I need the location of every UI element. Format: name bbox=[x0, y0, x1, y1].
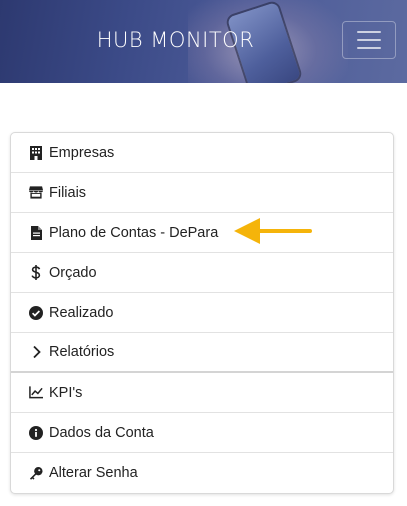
menu-item-filiais[interactable]: Filiais bbox=[11, 173, 393, 213]
building-icon bbox=[29, 145, 43, 161]
menu-item-orcado[interactable]: Orçado bbox=[11, 253, 393, 293]
info-circle-icon bbox=[29, 425, 43, 441]
menu-item-label: Filiais bbox=[49, 184, 87, 201]
hamburger-icon-bar bbox=[357, 47, 381, 49]
menu-item-label: Orçado bbox=[49, 264, 97, 281]
menu-item-relatorios[interactable]: Relatórios bbox=[11, 333, 393, 373]
menu-item-alterar-senha[interactable]: Alterar Senha bbox=[11, 453, 393, 493]
hamburger-menu-button[interactable] bbox=[342, 21, 396, 59]
menu-item-label: Realizado bbox=[49, 304, 114, 321]
app-title: HUB MONITOR bbox=[96, 28, 255, 52]
menu-item-label: Empresas bbox=[49, 144, 115, 161]
file-icon bbox=[29, 225, 43, 241]
hamburger-icon-bar bbox=[357, 39, 381, 41]
dollar-icon bbox=[29, 265, 43, 281]
chart-line-icon bbox=[29, 385, 43, 401]
menu-item-label: KPI's bbox=[49, 384, 83, 401]
menu-item-label: Plano de Contas - DePara bbox=[49, 224, 219, 241]
chevron-right-icon bbox=[29, 344, 43, 360]
menu-item-empresas[interactable]: Empresas bbox=[11, 133, 393, 173]
menu-item-label: Relatórios bbox=[49, 344, 115, 360]
menu-item-label: Dados da Conta bbox=[49, 424, 154, 441]
menu-item-label: Alterar Senha bbox=[49, 465, 138, 481]
navigation-menu: Empresas Filiais Plano de Contas - DePar… bbox=[10, 132, 394, 494]
menu-item-dados-da-conta[interactable]: Dados da Conta bbox=[11, 413, 393, 453]
menu-item-plano-de-contas[interactable]: Plano de Contas - DePara bbox=[11, 213, 393, 253]
key-icon bbox=[29, 465, 43, 481]
menu-item-kpis[interactable]: KPI's bbox=[11, 373, 393, 413]
check-circle-icon bbox=[29, 305, 43, 321]
app-header: HUB MONITOR bbox=[0, 0, 407, 83]
store-icon bbox=[29, 185, 43, 201]
annotation-arrow-icon bbox=[234, 218, 312, 244]
hamburger-icon bbox=[357, 31, 381, 33]
menu-item-realizado[interactable]: Realizado bbox=[11, 293, 393, 333]
